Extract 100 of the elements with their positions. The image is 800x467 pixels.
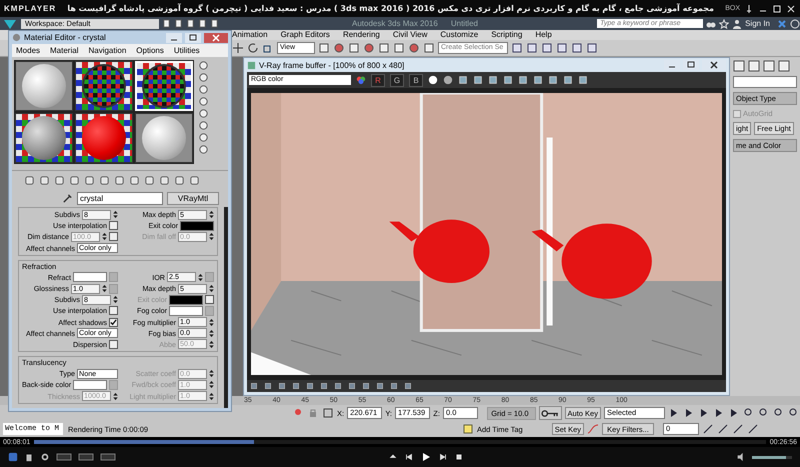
- square-icon[interactable]: [306, 382, 314, 390]
- square-icon[interactable]: [390, 382, 398, 390]
- pin-icon[interactable]: [744, 4, 754, 14]
- sample-option-icon[interactable]: [198, 108, 209, 119]
- stop-icon[interactable]: [454, 452, 464, 462]
- toggle-icon[interactable]: [78, 453, 94, 461]
- close-button[interactable]: [204, 32, 228, 42]
- square-icon[interactable]: [571, 42, 583, 54]
- color-swatch[interactable]: [73, 380, 108, 390]
- material-tool-icon[interactable]: [84, 174, 95, 186]
- menu-item[interactable]: Civil View: [392, 30, 428, 40]
- sample-option-icon[interactable]: [198, 132, 209, 143]
- sign-in-link[interactable]: Sign In: [745, 19, 770, 28]
- material-tool-icon[interactable]: [159, 174, 170, 186]
- close-icon[interactable]: [786, 4, 796, 14]
- material-tool-icon[interactable]: [99, 174, 110, 186]
- material-tool-icon[interactable]: [24, 174, 35, 186]
- square-icon[interactable]: [334, 382, 342, 390]
- menu-item[interactable]: Animation: [232, 30, 268, 40]
- material-sample-slot[interactable]: [15, 61, 73, 111]
- next-icon[interactable]: [438, 452, 448, 462]
- material-name-field[interactable]: crystal: [77, 192, 163, 204]
- channel-button[interactable]: R: [371, 74, 385, 86]
- checkbox[interactable]: [109, 340, 118, 349]
- square-icon[interactable]: [348, 42, 360, 54]
- 3d-mode-icon[interactable]: [8, 452, 18, 462]
- material-sample-slot[interactable]: [75, 61, 133, 111]
- square-icon[interactable]: [264, 382, 272, 390]
- sample-option-icon[interactable]: [198, 72, 209, 83]
- square-icon[interactable]: [556, 42, 568, 54]
- menu-item[interactable]: Graph Editors: [280, 30, 330, 40]
- menu-item[interactable]: Modes: [16, 44, 40, 57]
- star-icon[interactable]: [719, 18, 730, 28]
- square-icon[interactable]: [378, 42, 390, 54]
- spinner-arrows-icon[interactable]: [209, 232, 214, 242]
- material-sample-slot[interactable]: [75, 113, 133, 163]
- panel-tab-icon[interactable]: [778, 60, 790, 72]
- material-tool-icon[interactable]: [189, 174, 200, 186]
- channel-button[interactable]: G: [390, 74, 404, 86]
- spinner-arrows-icon[interactable]: [209, 210, 214, 220]
- maximize-button[interactable]: [185, 32, 201, 42]
- panel-tab-icon[interactable]: [748, 60, 760, 72]
- square-icon[interactable]: [526, 42, 538, 54]
- square-icon[interactable]: [362, 382, 370, 390]
- menu-item[interactable]: Material: [50, 44, 78, 57]
- material-tool-icon[interactable]: [174, 174, 185, 186]
- person-icon[interactable]: [732, 18, 742, 28]
- square-icon[interactable]: [393, 42, 405, 54]
- category-dropdown[interactable]: [733, 76, 797, 88]
- menu-item[interactable]: Rendering: [342, 30, 380, 40]
- square-icon[interactable]: [404, 382, 412, 390]
- menu-item[interactable]: Help: [535, 30, 552, 40]
- color-swatch[interactable]: [180, 220, 214, 231]
- square-icon[interactable]: [320, 382, 328, 390]
- sample-option-icon[interactable]: [198, 84, 209, 95]
- navigation-icon[interactable]: [732, 423, 744, 435]
- maximize-icon[interactable]: [772, 4, 782, 14]
- menu-item[interactable]: Navigation: [88, 44, 126, 57]
- spinner-arrows-icon[interactable]: [209, 392, 214, 401]
- sample-option-icon[interactable]: [198, 60, 209, 71]
- checkbox[interactable]: [109, 306, 118, 316]
- square-icon[interactable]: [292, 382, 300, 390]
- menu-item[interactable]: Utilities: [174, 44, 200, 57]
- move-icon[interactable]: [232, 42, 244, 54]
- eyedropper-icon[interactable]: [62, 192, 73, 204]
- settings-icon[interactable]: [40, 452, 50, 462]
- sample-option-icon[interactable]: [198, 120, 209, 131]
- navigation-icon[interactable]: [747, 423, 759, 435]
- square-icon[interactable]: [376, 382, 384, 390]
- square-icon[interactable]: [586, 42, 598, 54]
- toggle-icon[interactable]: [100, 453, 116, 461]
- tag-icon[interactable]: [462, 423, 474, 435]
- curve-icon[interactable]: [587, 423, 599, 435]
- menu-item[interactable]: Customize: [440, 30, 478, 40]
- square-icon[interactable]: [318, 42, 330, 54]
- color-swatch[interactable]: [169, 306, 203, 316]
- square-icon[interactable]: [278, 382, 286, 390]
- circle-icon[interactable]: [443, 75, 453, 85]
- spinner-arrows-icon[interactable]: [113, 295, 118, 304]
- material-tool-icon[interactable]: [144, 174, 155, 186]
- channel-button[interactable]: B: [409, 74, 423, 86]
- spinner-arrows-icon[interactable]: [102, 284, 107, 294]
- material-tool-icon[interactable]: [54, 174, 65, 186]
- spinner-arrows-icon[interactable]: [198, 272, 203, 282]
- toggle-icon[interactable]: [56, 453, 72, 461]
- spinner-arrows-icon[interactable]: [102, 232, 107, 242]
- panel-tab-icon[interactable]: [763, 60, 775, 72]
- menu-item[interactable]: Scripting: [491, 30, 522, 40]
- previous-icon[interactable]: [404, 452, 414, 462]
- key-button[interactable]: [539, 406, 562, 420]
- spinner-arrows-icon[interactable]: [113, 210, 118, 220]
- minimize-button[interactable]: [166, 32, 182, 42]
- seek-bar[interactable]: [34, 440, 766, 444]
- volume-slider[interactable]: [752, 456, 792, 458]
- color-swatch[interactable]: [73, 272, 107, 282]
- sample-option-icon[interactable]: [198, 96, 209, 107]
- sample-option-icon[interactable]: [198, 144, 209, 155]
- spinner-arrows-icon[interactable]: [209, 328, 214, 338]
- help-icon[interactable]: [790, 18, 800, 28]
- spinner-arrows-icon[interactable]: [209, 284, 214, 294]
